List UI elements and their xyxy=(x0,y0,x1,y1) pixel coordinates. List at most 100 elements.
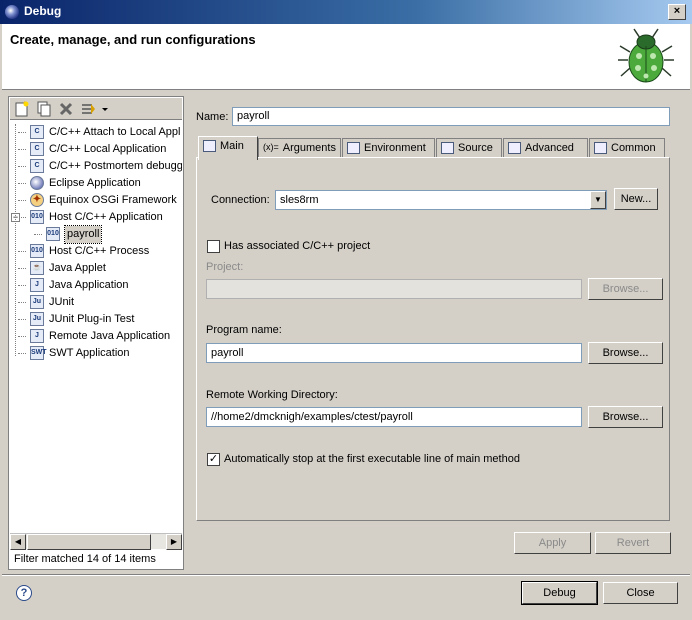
associated-project-checkbox[interactable] xyxy=(207,240,220,253)
connection-label: Connection: xyxy=(211,194,270,206)
debug-button[interactable]: Debug xyxy=(521,581,598,605)
tree-connector xyxy=(18,132,26,133)
tree-item-label: C/C++ Local Application xyxy=(49,143,167,155)
tree-item-label: Java Applet xyxy=(49,262,106,274)
program-name-input[interactable]: payroll xyxy=(206,343,582,363)
new-config-icon[interactable] xyxy=(14,101,30,117)
connection-select[interactable]: sles8rm ▼ xyxy=(275,190,607,210)
arguments-tab-icon: (x)= xyxy=(263,142,279,153)
tab-common[interactable]: Common xyxy=(589,138,665,158)
tree-item-label: JUnit Plug-in Test xyxy=(49,313,135,325)
tab-advanced[interactable]: Advanced xyxy=(503,138,588,158)
tree-item-label: SWT Application xyxy=(49,347,130,359)
tree-item[interactable]: C C/C++ Postmortem debugg xyxy=(10,158,182,175)
main-tab-icon xyxy=(203,140,216,153)
010-config-icon: 010 xyxy=(30,244,44,258)
eclipse-config-icon xyxy=(30,176,44,190)
scroll-right-button[interactable]: ▶ xyxy=(166,534,182,550)
collapse-icon[interactable] xyxy=(80,101,96,117)
tree-item[interactable]: 010 Host C/C++ Process xyxy=(10,243,182,260)
tree-item-label: Host C/C++ Process xyxy=(49,245,150,257)
tree-item-label: Equinox OSGi Framework xyxy=(49,194,177,206)
osgi-config-icon: ✦ xyxy=(30,193,44,207)
tree-item[interactable]: C C/C++ Local Application xyxy=(10,141,182,158)
title-bar: Debug × xyxy=(0,0,692,24)
remote-dir-browse-button[interactable]: Browse... xyxy=(588,406,663,428)
revert-button[interactable]: Revert xyxy=(595,532,671,554)
tree-item-label: Remote Java Application xyxy=(49,330,171,342)
horizontal-scrollbar[interactable]: ◀ ▶ xyxy=(10,533,182,550)
tree-item[interactable]: −010 Host C/C++ Application xyxy=(10,209,182,226)
associated-project-label: Has associated C/C++ project xyxy=(224,240,371,252)
environment-tab-icon xyxy=(347,142,360,155)
tree-item[interactable]: Ju JUnit xyxy=(10,294,182,311)
tree-item[interactable]: J Java Application xyxy=(10,277,182,294)
ju-config-icon: Ju xyxy=(30,295,44,309)
tree-item[interactable]: 010 payroll xyxy=(10,225,182,244)
applet-config-icon: ☕ xyxy=(30,261,44,275)
tree-item-label: Eclipse Application xyxy=(49,177,141,189)
tab-main[interactable]: Main xyxy=(198,136,258,160)
close-button[interactable]: Close xyxy=(603,582,678,604)
j-config-icon: J xyxy=(30,278,44,292)
filter-status: Filter matched 14 of 14 items xyxy=(14,553,156,565)
c-config-icon: C xyxy=(30,125,44,139)
tree-item[interactable]: Ju JUnit Plug-in Test xyxy=(10,311,182,328)
close-window-button[interactable]: × xyxy=(668,4,686,20)
chevron-down-icon[interactable]: ▼ xyxy=(590,191,606,209)
c-config-icon: C xyxy=(30,159,44,173)
tree-item[interactable]: ☕ Java Applet xyxy=(10,260,182,277)
auto-stop-label: Automatically stop at the first executab… xyxy=(224,453,520,465)
new-connection-button[interactable]: New... xyxy=(614,188,658,210)
tree-connector xyxy=(18,302,26,303)
program-name-label: Program name: xyxy=(206,324,282,336)
apply-button[interactable]: Apply xyxy=(514,532,591,554)
dialog-header-title: Create, manage, and run configurations xyxy=(10,32,256,47)
chevron-down-icon[interactable] xyxy=(100,101,110,117)
scroll-left-button[interactable]: ◀ xyxy=(10,534,26,550)
tree-item-label: C/C++ Postmortem debugg xyxy=(49,160,182,172)
project-browse-button: Browse... xyxy=(588,278,663,300)
tree-connector xyxy=(18,285,26,286)
tree-connector xyxy=(18,319,26,320)
name-label: Name: xyxy=(196,111,229,123)
program-browse-button[interactable]: Browse... xyxy=(588,342,663,364)
window-title: Debug xyxy=(24,4,62,18)
bug-logo-icon xyxy=(618,28,674,83)
tree-item-label: payroll xyxy=(63,225,103,244)
tree-item[interactable]: Eclipse Application xyxy=(10,175,182,192)
tab-source[interactable]: Source xyxy=(436,138,502,158)
swt-config-icon: SWT xyxy=(30,346,47,360)
tree-vertical-connector xyxy=(15,124,16,356)
tree-item[interactable]: C C/C++ Attach to Local Appl xyxy=(10,124,182,141)
dialog-header: Create, manage, and run configurations xyxy=(2,24,690,90)
tree-item[interactable]: SWT SWT Application xyxy=(10,345,182,362)
tree-item[interactable]: J Remote Java Application xyxy=(10,328,182,345)
configuration-list-pane: C C/C++ Attach to Local Appl C C/C++ Local … xyxy=(8,96,184,570)
tab-bar: Main (x)= Arguments Environment Source Ad… xyxy=(196,136,670,160)
tree-connector xyxy=(34,234,42,235)
tree-connector xyxy=(18,268,26,269)
scroll-thumb[interactable] xyxy=(27,534,151,550)
source-tab-icon xyxy=(441,142,454,155)
tree-item-label: Java Application xyxy=(49,279,129,291)
tab-environment[interactable]: Environment xyxy=(342,138,435,158)
tree-connector xyxy=(18,149,26,150)
duplicate-icon[interactable] xyxy=(36,101,52,117)
delete-icon[interactable] xyxy=(58,101,74,117)
help-icon[interactable]: ? xyxy=(16,585,32,601)
remote-dir-input[interactable]: //home2/dmcknigh/examples/ctest/payroll xyxy=(206,407,582,427)
auto-stop-checkbox[interactable]: ✓ xyxy=(207,453,220,466)
tree-connector xyxy=(18,336,26,337)
c-config-icon: C xyxy=(30,142,44,156)
eclipse-icon xyxy=(5,5,19,19)
tree-item[interactable]: ✦ Equinox OSGi Framework xyxy=(10,192,182,209)
tree-connector xyxy=(18,251,26,252)
tree-connector xyxy=(18,200,26,201)
name-input[interactable]: payroll xyxy=(232,107,670,126)
tab-arguments[interactable]: (x)= Arguments xyxy=(258,138,341,158)
remote-dir-label: Remote Working Directory: xyxy=(206,389,338,401)
tree-item-label: JUnit xyxy=(49,296,75,308)
j-config-icon: J xyxy=(30,329,44,343)
configuration-tree: C C/C++ Attach to Local Appl C C/C++ Local … xyxy=(10,121,182,533)
